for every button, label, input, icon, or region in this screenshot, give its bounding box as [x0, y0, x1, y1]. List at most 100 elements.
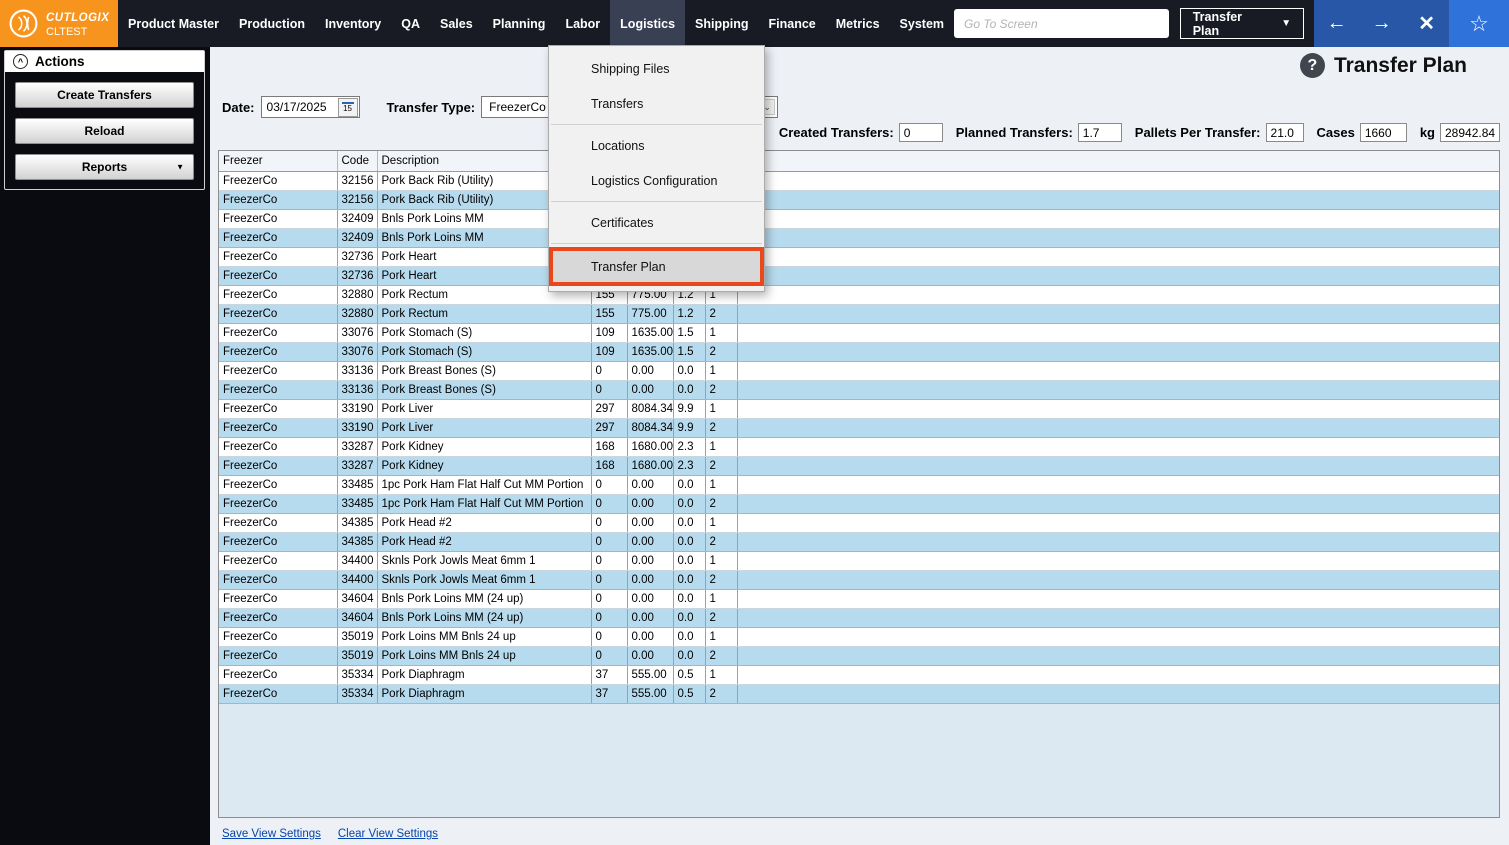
- cell: 0: [591, 475, 627, 494]
- table-row[interactable]: FreezerCo33190Pork Liver2978084.349.92: [219, 418, 1499, 437]
- cell: Pork Liver: [377, 418, 591, 437]
- table-row[interactable]: FreezerCo334851pc Pork Ham Flat Half Cut…: [219, 494, 1499, 513]
- nav-item-finance[interactable]: Finance: [759, 0, 826, 47]
- table-row[interactable]: FreezerCo34385Pork Head #200.000.02: [219, 532, 1499, 551]
- favorite-star-button[interactable]: ☆: [1449, 0, 1509, 47]
- nav-item-planning[interactable]: Planning: [483, 0, 556, 47]
- calendar-icon[interactable]: 15: [338, 98, 358, 117]
- nav-item-production[interactable]: Production: [229, 0, 315, 47]
- table-row[interactable]: FreezerCo32156Pork Back Rib (Utility): [219, 190, 1499, 209]
- nav-item-sales[interactable]: Sales: [430, 0, 483, 47]
- cell: FreezerCo: [219, 570, 337, 589]
- date-input[interactable]: [262, 98, 338, 117]
- table-row[interactable]: FreezerCo35334Pork Diaphragm37555.000.52: [219, 684, 1499, 703]
- table-row[interactable]: FreezerCo32736Pork Heart: [219, 266, 1499, 285]
- stat-input-kg[interactable]: [1440, 123, 1500, 142]
- column-header-blank-7[interactable]: [737, 151, 1499, 171]
- cell: 9.9: [673, 399, 705, 418]
- help-icon[interactable]: ?: [1300, 53, 1325, 78]
- table-row[interactable]: FreezerCo32880Pork Rectum155775.001.22: [219, 304, 1499, 323]
- menu-item-transfer-plan[interactable]: Transfer Plan: [549, 247, 764, 286]
- stat-input-pallets-per-transfer[interactable]: [1266, 123, 1304, 142]
- stats-row: Created Transfers:Planned Transfers:Pall…: [779, 123, 1500, 142]
- nav-item-shipping[interactable]: Shipping: [685, 0, 758, 47]
- cell: 35334: [337, 684, 377, 703]
- forward-arrow-button[interactable]: →: [1359, 0, 1404, 47]
- action-button-reports[interactable]: Reports▼: [15, 154, 194, 180]
- table-row[interactable]: FreezerCo34604Bnls Pork Loins MM (24 up)…: [219, 608, 1499, 627]
- menu-item-transfers[interactable]: Transfers: [549, 86, 764, 121]
- table-row[interactable]: FreezerCo32409Bnls Pork Loins MM: [219, 209, 1499, 228]
- table-row[interactable]: FreezerCo34604Bnls Pork Loins MM (24 up)…: [219, 589, 1499, 608]
- cell-filler: [737, 266, 1499, 285]
- action-button-create-transfers[interactable]: Create Transfers: [15, 82, 194, 108]
- nav-item-metrics[interactable]: Metrics: [826, 0, 890, 47]
- menu-item-logistics-configuration[interactable]: Logistics Configuration: [549, 163, 764, 198]
- cell: 109: [591, 323, 627, 342]
- table-row[interactable]: FreezerCo32409Bnls Pork Loins MM: [219, 228, 1499, 247]
- cell: 0.00: [627, 475, 673, 494]
- stat-label-planned-transfers: Planned Transfers:: [956, 125, 1073, 140]
- table-row[interactable]: FreezerCo34400Sknls Pork Jowls Meat 6mm …: [219, 570, 1499, 589]
- table-row[interactable]: FreezerCo34400Sknls Pork Jowls Meat 6mm …: [219, 551, 1499, 570]
- nav-item-inventory[interactable]: Inventory: [315, 0, 391, 47]
- cell-filler: [737, 437, 1499, 456]
- table-row[interactable]: FreezerCo33076Pork Stomach (S)1091635.00…: [219, 342, 1499, 361]
- table-row[interactable]: FreezerCo32880Pork Rectum155775.001.21: [219, 285, 1499, 304]
- link-save-view-settings[interactable]: Save View Settings: [222, 828, 321, 840]
- link-clear-view-settings[interactable]: Clear View Settings: [338, 828, 438, 840]
- cell: 33485: [337, 475, 377, 494]
- column-header-code[interactable]: Code: [337, 151, 377, 171]
- table-row[interactable]: FreezerCo35019Pork Loins MM Bnls 24 up00…: [219, 627, 1499, 646]
- table-row[interactable]: FreezerCo32156Pork Back Rib (Utility): [219, 171, 1499, 190]
- stat-input-cases[interactable]: [1360, 123, 1407, 142]
- chevron-down-icon: ▼: [176, 163, 184, 172]
- cell: Pork Liver: [377, 399, 591, 418]
- back-arrow-button[interactable]: ←: [1314, 0, 1359, 47]
- cell: 2: [705, 570, 737, 589]
- go-to-screen-input[interactable]: [954, 9, 1169, 38]
- table-row[interactable]: FreezerCo33190Pork Liver2978084.349.91: [219, 399, 1499, 418]
- menu-item-shipping-files[interactable]: Shipping Files: [549, 51, 764, 86]
- stat-input-created-transfers[interactable]: [899, 123, 943, 142]
- menu-item-certificates[interactable]: Certificates: [549, 205, 764, 240]
- table-row[interactable]: FreezerCo334851pc Pork Ham Flat Half Cut…: [219, 475, 1499, 494]
- cell: 1: [705, 665, 737, 684]
- nav-item-logistics[interactable]: Logistics: [610, 0, 685, 47]
- cell: Pork Kidney: [377, 456, 591, 475]
- nav-item-labor[interactable]: Labor: [555, 0, 610, 47]
- cell: 1: [705, 323, 737, 342]
- table-row[interactable]: FreezerCo33287Pork Kidney1681680.002.32: [219, 456, 1499, 475]
- cell: 0: [591, 608, 627, 627]
- cell: FreezerCo: [219, 513, 337, 532]
- table-row[interactable]: FreezerCo35334Pork Diaphragm37555.000.51: [219, 665, 1499, 684]
- cell: 155: [591, 304, 627, 323]
- screen-selector-dropdown[interactable]: Transfer Plan ▼: [1180, 8, 1304, 39]
- menu-item-locations[interactable]: Locations: [549, 128, 764, 163]
- cell: Sknls Pork Jowls Meat 6mm 1: [377, 570, 591, 589]
- cell: 0.00: [627, 361, 673, 380]
- actions-panel-header[interactable]: ^ Actions: [5, 51, 204, 72]
- nav-item-system[interactable]: System: [890, 0, 954, 47]
- cell: 297: [591, 418, 627, 437]
- table-row[interactable]: FreezerCo33136Pork Breast Bones (S)00.00…: [219, 361, 1499, 380]
- cell: 33190: [337, 399, 377, 418]
- cell: 0: [591, 361, 627, 380]
- column-header-freezer[interactable]: Freezer: [219, 151, 337, 171]
- cell-filler: [737, 228, 1499, 247]
- table-row[interactable]: FreezerCo33076Pork Stomach (S)1091635.00…: [219, 323, 1499, 342]
- stat-input-planned-transfers[interactable]: [1078, 123, 1122, 142]
- cell: 34385: [337, 513, 377, 532]
- close-button[interactable]: ✕: [1404, 0, 1449, 47]
- action-button-reload[interactable]: Reload: [15, 118, 194, 144]
- table-row[interactable]: FreezerCo34385Pork Head #200.000.01: [219, 513, 1499, 532]
- cell-filler: [737, 494, 1499, 513]
- table-row[interactable]: FreezerCo33287Pork Kidney1681680.002.31: [219, 437, 1499, 456]
- cell: 0: [591, 589, 627, 608]
- table-row[interactable]: FreezerCo35019Pork Loins MM Bnls 24 up00…: [219, 646, 1499, 665]
- nav-item-product-master[interactable]: Product Master: [118, 0, 229, 47]
- cell: 2.3: [673, 437, 705, 456]
- nav-item-qa[interactable]: QA: [391, 0, 430, 47]
- table-row[interactable]: FreezerCo33136Pork Breast Bones (S)00.00…: [219, 380, 1499, 399]
- table-row[interactable]: FreezerCo32736Pork Heart: [219, 247, 1499, 266]
